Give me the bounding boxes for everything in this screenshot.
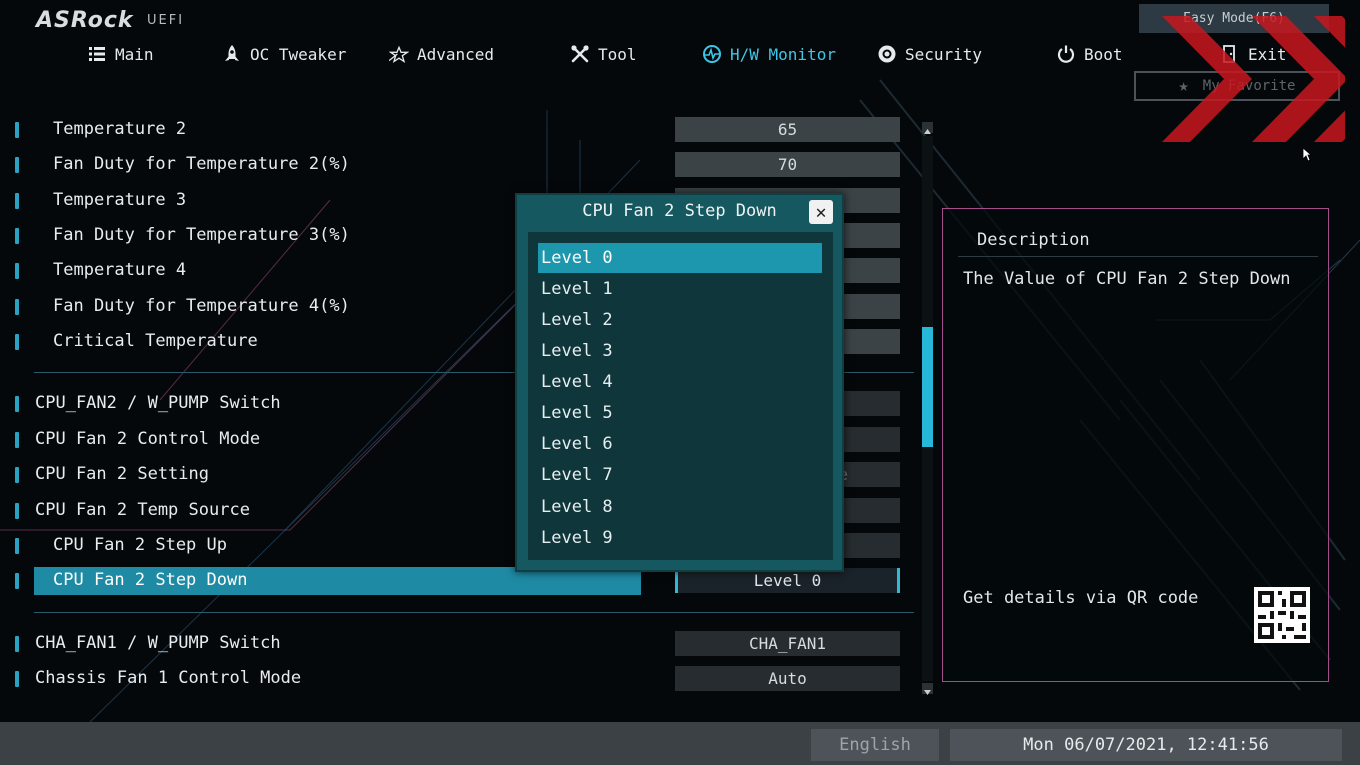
tab-advanced[interactable]: Advanced xyxy=(389,43,494,65)
tab-exit[interactable]: Exit xyxy=(1220,43,1287,65)
my-favorite-button[interactable]: ★ My Favorite xyxy=(1134,71,1340,101)
exit-icon xyxy=(1223,45,1235,63)
row-marker xyxy=(15,193,19,209)
popup-option[interactable]: Level 2 xyxy=(538,305,822,335)
favorite-star-icon: ★ xyxy=(1178,76,1189,96)
setting-label: Critical Temperature xyxy=(53,331,258,351)
row-marker xyxy=(15,228,19,244)
popup-option[interactable]: Level 9 xyxy=(538,523,822,553)
qr-details-text: Get details via QR code xyxy=(963,588,1199,608)
setting-label: CHA_FAN1 / W_PUMP Switch xyxy=(35,633,281,653)
row-marker xyxy=(15,503,19,519)
qr-code-image xyxy=(1254,587,1310,643)
tab-boot-label: Boot xyxy=(1084,44,1123,64)
description-divider xyxy=(958,256,1318,257)
row-marker xyxy=(15,636,19,652)
tab-security[interactable]: Security xyxy=(877,43,982,65)
row-marker xyxy=(15,671,19,687)
row-marker xyxy=(15,299,19,315)
setting-value[interactable]: Auto xyxy=(675,666,900,691)
setting-label: Chassis Fan 1 Control Mode xyxy=(35,668,302,688)
setting-value[interactable]: 70 xyxy=(675,152,900,177)
setting-label: CPU Fan 2 Setting xyxy=(35,464,209,484)
setting-label: Temperature 3 xyxy=(53,190,187,210)
row-marker xyxy=(15,467,19,483)
tab-hw-monitor-label: H/W Monitor xyxy=(730,44,836,64)
popup-option[interactable]: Level 6 xyxy=(538,429,822,459)
setting-value[interactable]: CHA_FAN1 xyxy=(675,631,900,656)
setting-row-chassis-fan1-control-mode[interactable]: Chassis Fan 1 Control Mode Auto xyxy=(0,665,915,693)
row-marker xyxy=(15,263,19,279)
setting-label: CPU Fan 2 Step Up xyxy=(53,535,227,555)
row-marker xyxy=(15,432,19,448)
rocket-icon xyxy=(225,45,239,61)
setting-label: CPU Fan 2 Control Mode xyxy=(35,429,261,449)
my-favorite-label: My Favorite xyxy=(1202,78,1296,94)
tab-tool[interactable]: Tool xyxy=(570,43,637,65)
setting-label: CPU_FAN2 / W_PUMP Switch xyxy=(35,393,281,413)
setting-label: Fan Duty for Temperature 3(%) xyxy=(53,225,350,245)
popup-option[interactable]: Level 3 xyxy=(538,336,822,366)
tab-tool-label: Tool xyxy=(598,44,637,64)
close-icon: ✕ xyxy=(815,201,827,223)
setting-value[interactable]: 65 xyxy=(675,117,900,142)
popup-option[interactable]: Level 0 xyxy=(538,243,822,273)
tab-main-label: Main xyxy=(115,44,154,64)
popup-title: CPU Fan 2 Step Down xyxy=(582,201,777,221)
tools-icon xyxy=(571,45,589,63)
popup-option[interactable]: Level 5 xyxy=(538,398,822,428)
tab-oc-tweaker-label: OC Tweaker xyxy=(250,44,347,64)
row-marker xyxy=(15,122,19,138)
setting-row-fan-duty-temp-2[interactable]: Fan Duty for Temperature 2(%) 70 xyxy=(0,151,915,179)
tab-exit-label: Exit xyxy=(1248,44,1287,64)
popup-option[interactable]: Level 7 xyxy=(538,460,822,490)
scroll-up-button[interactable] xyxy=(922,122,933,134)
tab-security-label: Security xyxy=(905,44,983,64)
row-marker xyxy=(15,538,19,554)
setting-label: CPU Fan 2 Step Down xyxy=(53,570,248,590)
tab-advanced-label: Advanced xyxy=(417,44,495,64)
triangle-down-icon xyxy=(924,690,931,695)
tab-oc-tweaker[interactable]: OC Tweaker xyxy=(222,43,346,65)
popup-option[interactable]: Level 8 xyxy=(538,492,822,522)
row-marker xyxy=(15,334,19,350)
description-title: Description xyxy=(977,230,1090,250)
popup-option[interactable]: Level 4 xyxy=(538,367,822,397)
setting-label: Fan Duty for Temperature 2(%) xyxy=(53,154,350,174)
setting-label: CPU Fan 2 Temp Source xyxy=(35,500,250,520)
asrock-logo: ASRock xyxy=(36,8,134,33)
scrollbar-thumb[interactable] xyxy=(922,327,933,447)
setting-row-cha-fan1-pump-switch[interactable]: CHA_FAN1 / W_PUMP Switch CHA_FAN1 xyxy=(0,630,915,658)
popup-close-button[interactable]: ✕ xyxy=(809,200,833,224)
tab-hw-monitor[interactable]: H/W Monitor xyxy=(702,43,836,65)
language-button[interactable]: English xyxy=(811,729,939,761)
tab-main[interactable]: Main xyxy=(87,43,154,65)
mouse-cursor-icon xyxy=(1302,147,1312,162)
shield-icon xyxy=(878,45,896,63)
popup-option[interactable]: Level 1 xyxy=(538,274,822,304)
row-marker xyxy=(15,573,19,589)
power-icon xyxy=(1057,45,1075,63)
section-divider xyxy=(34,612,914,613)
star-icon xyxy=(389,45,409,64)
row-marker xyxy=(15,396,19,412)
row-marker xyxy=(15,157,19,173)
list-icon xyxy=(89,47,105,61)
setting-label: Temperature 2 xyxy=(53,119,187,139)
setting-label: Temperature 4 xyxy=(53,260,187,280)
setting-row-temperature-2[interactable]: Temperature 2 65 xyxy=(0,116,915,144)
tab-boot[interactable]: Boot xyxy=(1056,43,1123,65)
date-time-display: Mon 06/07/2021, 12:41:56 xyxy=(950,729,1342,761)
uefi-label: UEFI xyxy=(147,13,185,28)
setting-label: Fan Duty for Temperature 4(%) xyxy=(53,296,350,316)
description-text: The Value of CPU Fan 2 Step Down xyxy=(963,269,1291,289)
scroll-down-button[interactable] xyxy=(922,683,933,695)
monitor-icon xyxy=(703,45,721,63)
easy-mode-button[interactable]: Easy Mode(F6) xyxy=(1139,4,1329,33)
